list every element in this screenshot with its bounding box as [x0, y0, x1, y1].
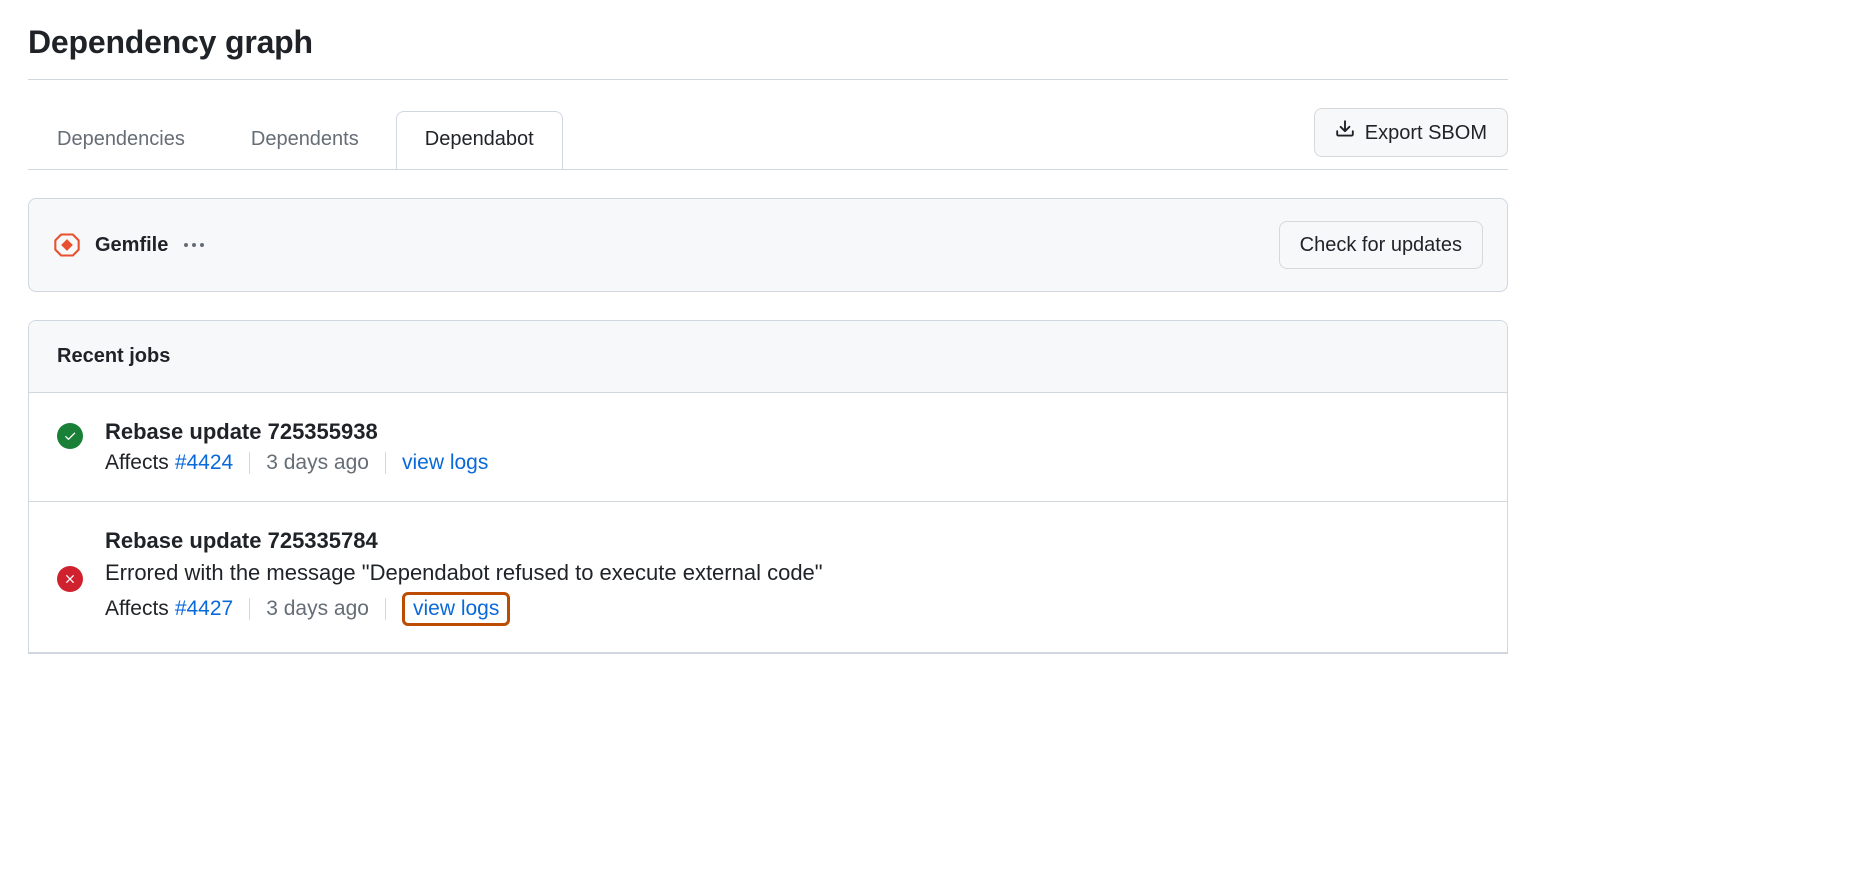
job-time: 3 days ago [266, 451, 369, 475]
issue-link[interactable]: #4427 [175, 597, 233, 621]
view-logs-link[interactable]: view logs [402, 451, 488, 475]
tab-dependabot[interactable]: Dependabot [396, 111, 563, 169]
job-title: Rebase update 725335784 [105, 528, 1479, 554]
check-for-updates-label: Check for updates [1300, 232, 1462, 258]
manifest-card: Gemfile Check for updates [28, 198, 1508, 292]
download-icon [1335, 119, 1355, 146]
tab-dependencies[interactable]: Dependencies [28, 111, 214, 169]
export-sbom-button[interactable]: Export SBOM [1314, 108, 1508, 157]
affects-label: Affects [105, 451, 169, 475]
job-title: Rebase update 725355938 [105, 419, 1479, 445]
kebab-icon[interactable] [184, 243, 204, 247]
job-row: Rebase update 725355938 Affects #4424 3 … [29, 393, 1507, 502]
check-for-updates-button[interactable]: Check for updates [1279, 221, 1483, 269]
highlight-box: view logs [402, 592, 510, 626]
x-circle-icon [57, 566, 83, 592]
job-row: Rebase update 725335784 Errored with the… [29, 502, 1507, 653]
page-title: Dependency graph [28, 24, 1508, 61]
divider [28, 79, 1508, 80]
view-logs-link[interactable]: view logs [413, 597, 499, 620]
affects-label: Affects [105, 597, 169, 621]
tabs-row: Dependencies Dependents Dependabot Expor… [28, 108, 1508, 170]
export-sbom-label: Export SBOM [1365, 120, 1487, 146]
job-error-message: Errored with the message "Dependabot ref… [105, 560, 1479, 586]
job-time: 3 days ago [266, 597, 369, 621]
recent-jobs-header: Recent jobs [29, 321, 1507, 393]
check-circle-icon [57, 423, 83, 449]
recent-jobs-card: Recent jobs Rebase update 725355938 Affe… [28, 320, 1508, 654]
manifest-name[interactable]: Gemfile [95, 234, 168, 257]
tab-dependents[interactable]: Dependents [222, 111, 388, 169]
issue-link[interactable]: #4424 [175, 451, 233, 475]
ruby-gem-icon [53, 231, 81, 259]
